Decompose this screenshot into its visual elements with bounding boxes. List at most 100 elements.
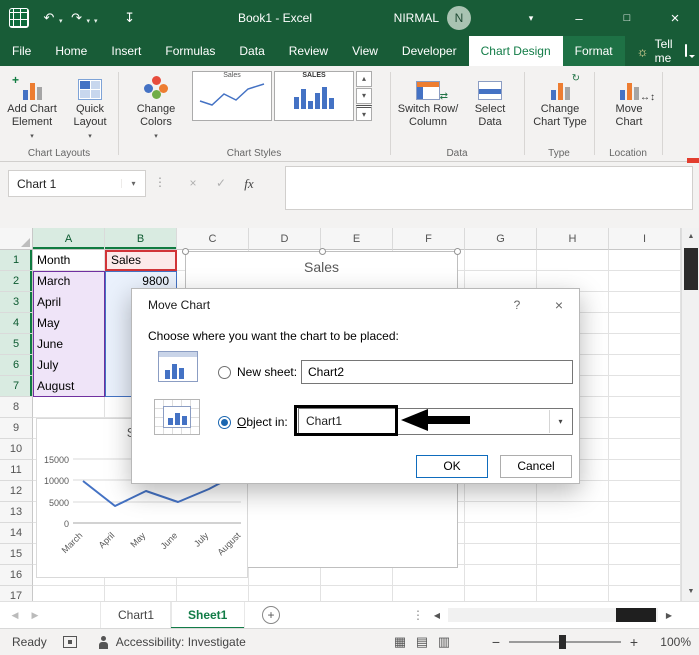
column-header-h[interactable]: H	[537, 228, 609, 250]
column-header-c[interactable]: C	[177, 228, 249, 250]
new-sheet-button[interactable]: +	[262, 606, 280, 624]
redo-icon[interactable]: ↷	[67, 6, 87, 30]
redo-caret-icon[interactable]: ▾	[87, 17, 91, 25]
object-in-radio[interactable]	[218, 416, 231, 429]
column-header-d[interactable]: D	[249, 228, 321, 250]
row-header-8[interactable]: 8	[0, 397, 33, 418]
qat-customize-icon[interactable]: ▾	[94, 17, 98, 25]
row-header-3[interactable]: 3	[0, 292, 33, 313]
ok-button[interactable]: OK	[416, 455, 488, 478]
cell-a5[interactable]: June	[33, 334, 63, 355]
chart-title[interactable]: Sales	[186, 259, 457, 275]
row-header-16[interactable]: 16	[0, 565, 33, 586]
column-header-a[interactable]: A	[33, 228, 105, 250]
tab-formulas[interactable]: Formulas	[153, 36, 227, 66]
cell-a3[interactable]: April	[33, 292, 61, 313]
zoom-level[interactable]: 100%	[653, 635, 691, 649]
accessibility-status[interactable]: Accessibility: Investigate	[97, 635, 246, 649]
row-header-5[interactable]: 5	[0, 334, 33, 355]
dialog-close-icon[interactable]: ×	[548, 295, 570, 315]
formula-input[interactable]	[285, 166, 693, 210]
vertical-scrollbar[interactable]: ▲ ▼	[681, 228, 699, 601]
zoom-slider-thumb[interactable]	[559, 635, 566, 649]
tab-chart-design[interactable]: Chart Design	[468, 36, 563, 66]
horizontal-scroll-thumb[interactable]	[616, 608, 656, 622]
pin-icon[interactable]: ↧	[120, 6, 140, 30]
zoom-out-button[interactable]: −	[487, 634, 505, 650]
cell-a2[interactable]: March	[33, 271, 70, 292]
sheet-nav-right-icon[interactable]: ▶	[26, 602, 44, 629]
row-header-15[interactable]: 15	[0, 544, 33, 565]
cancel-entry-icon[interactable]: ×	[180, 170, 206, 197]
tab-home[interactable]: Home	[43, 36, 99, 66]
row-header-9[interactable]: 9	[0, 418, 33, 439]
page-layout-view-icon[interactable]: ▤	[411, 634, 433, 650]
chart-style-thumbnail-2[interactable]: SALES	[274, 71, 354, 121]
tab-insert[interactable]: Insert	[99, 36, 153, 66]
insert-function-icon[interactable]: fx	[236, 170, 262, 197]
chart-handle[interactable]	[319, 248, 326, 255]
column-header-i[interactable]: I	[609, 228, 681, 250]
chart-handle[interactable]	[454, 248, 461, 255]
switch-row-column-button[interactable]: ⇄ Switch Row/ Column	[396, 70, 460, 150]
row-header-13[interactable]: 13	[0, 502, 33, 523]
combo-dropdown-icon[interactable]: ▾	[549, 410, 571, 433]
hscroll-right-icon[interactable]: ▶	[660, 602, 678, 629]
dialog-help-icon[interactable]: ?	[506, 295, 528, 315]
minimize-button[interactable]: –	[555, 0, 603, 36]
sheet-tab-chart1[interactable]: Chart1	[100, 602, 173, 629]
column-header-b[interactable]: B	[105, 228, 177, 250]
tab-view[interactable]: View	[340, 36, 390, 66]
cell-a6[interactable]: July	[33, 355, 58, 376]
row-header-1[interactable]: 1	[0, 250, 33, 271]
sheet-nav-left-icon[interactable]: ◀	[6, 602, 24, 629]
excel-app-icon[interactable]	[9, 8, 29, 28]
formula-bar-grip-icon[interactable]: ⋮	[154, 175, 166, 189]
cell-b1[interactable]: Sales	[107, 250, 141, 271]
row-header-6[interactable]: 6	[0, 355, 33, 376]
tab-review[interactable]: Review	[277, 36, 340, 66]
chart-handle[interactable]	[182, 248, 189, 255]
zoom-slider[interactable]	[509, 635, 621, 649]
macro-record-icon[interactable]	[62, 636, 77, 648]
change-chart-type-button[interactable]: ↻ Change Chart Type	[528, 70, 592, 150]
normal-view-icon[interactable]: ▦	[389, 634, 411, 650]
scroll-down-icon[interactable]: ▼	[682, 583, 699, 601]
name-box-caret-icon[interactable]: ▾	[121, 179, 145, 188]
row-header-10[interactable]: 10	[0, 439, 33, 460]
row-header-11[interactable]: 11	[0, 460, 33, 481]
close-button[interactable]: ×	[651, 0, 699, 36]
row-header-4[interactable]: 4	[0, 313, 33, 334]
hscroll-left-icon[interactable]: ◀	[428, 602, 446, 629]
undo-caret-icon[interactable]: ▾	[59, 17, 63, 25]
vertical-scroll-thumb[interactable]	[684, 248, 698, 290]
new-sheet-radio[interactable]	[218, 366, 231, 379]
row-header-12[interactable]: 12	[0, 481, 33, 502]
quick-layout-button[interactable]: Quick Layout ▾	[60, 70, 120, 150]
horizontal-scrollbar[interactable]	[448, 608, 658, 622]
zoom-in-button[interactable]: +	[625, 634, 643, 650]
undo-icon[interactable]: ↶	[39, 6, 59, 30]
maximize-button[interactable]: □	[603, 0, 651, 36]
row-header-17[interactable]: 17	[0, 586, 33, 601]
chart-style-thumbnail-1[interactable]: Sales	[192, 71, 272, 121]
column-header-g[interactable]: G	[465, 228, 537, 250]
new-sheet-name-input[interactable]	[301, 360, 573, 384]
tab-file[interactable]: File	[0, 36, 43, 66]
name-box[interactable]: Chart 1 ▾	[8, 170, 146, 197]
enter-entry-icon[interactable]: ✓	[208, 170, 234, 197]
tab-developer[interactable]: Developer	[390, 36, 469, 66]
column-header-e[interactable]: E	[321, 228, 393, 250]
row-header-2[interactable]: 2	[0, 271, 33, 292]
comments-icon[interactable]	[684, 44, 695, 58]
cancel-button[interactable]: Cancel	[500, 455, 572, 478]
row-header-7[interactable]: 7	[0, 376, 33, 397]
scroll-up-icon[interactable]: ▲	[682, 228, 699, 246]
tell-me[interactable]: ☼ Tell me	[625, 36, 685, 66]
row-header-14[interactable]: 14	[0, 523, 33, 544]
add-chart-element-button[interactable]: + Add Chart Element ▾	[2, 70, 62, 150]
gallery-up-button[interactable]: ▴	[356, 71, 372, 87]
page-break-view-icon[interactable]: ▥	[433, 634, 455, 650]
cell-a4[interactable]: May	[33, 313, 60, 334]
select-all-corner[interactable]	[0, 228, 33, 250]
